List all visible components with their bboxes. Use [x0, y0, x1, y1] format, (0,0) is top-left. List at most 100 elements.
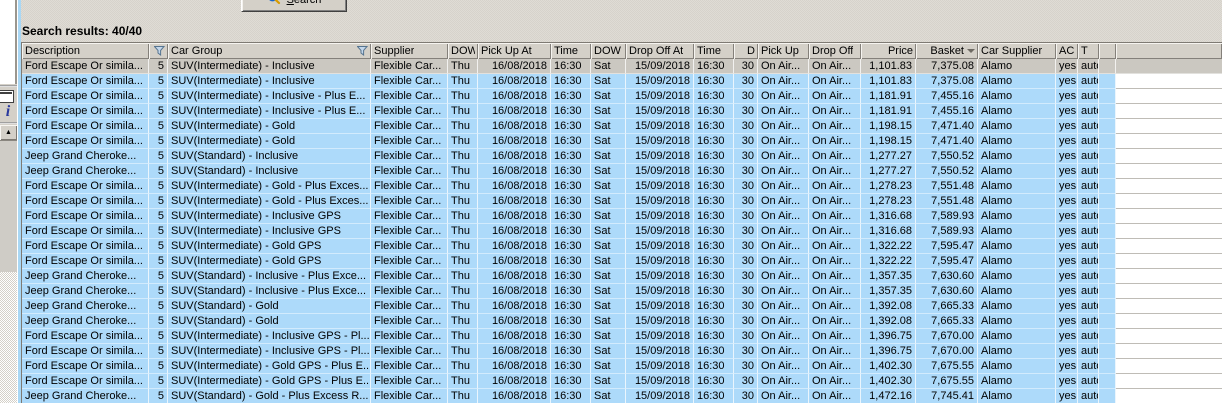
cell-blank	[1099, 314, 1116, 329]
col-header-drop_off_at[interactable]: Drop Off At	[626, 43, 694, 59]
table-row[interactable]: Ford Escape Or simila... 5 SUV(Intermediat…	[22, 329, 1222, 344]
table-row[interactable]: Jeep Grand Cheroke... 5 SUV(Standard) - Go…	[22, 389, 1222, 403]
row-filler	[1116, 254, 1222, 269]
col-header-t[interactable]: T	[1078, 43, 1099, 59]
col-header-car_supplier[interactable]: Car Supplier	[978, 43, 1056, 59]
filter-icon[interactable]	[152, 46, 165, 56]
table-header-row: Description SCar Group Supplier DOW Pick Up …	[22, 43, 1222, 59]
row-filler	[1116, 119, 1222, 134]
col-header-blank[interactable]	[1099, 43, 1116, 59]
cell-basket: 7,455.16	[916, 104, 978, 119]
cell-pick_up_at: 16/08/2018	[478, 119, 551, 134]
table-row[interactable]: Ford Escape Or simila... 5 SUV(Intermediat…	[22, 239, 1222, 254]
col-header-time_pickup[interactable]: Time	[551, 43, 591, 59]
cell-ac: yes	[1056, 209, 1078, 224]
cell-description: Ford Escape Or simila...	[22, 89, 149, 104]
table-row[interactable]: Ford Escape Or simila... 5 SUV(Intermediat…	[22, 134, 1222, 149]
col-header-label: Supplier	[374, 45, 415, 57]
table-row[interactable]: Ford Escape Or simila... 5 SUV(Intermediat…	[22, 224, 1222, 239]
cell-price: 1,198.15	[861, 134, 916, 149]
col-header-label: Car Supplier	[981, 45, 1043, 57]
table-row[interactable]: Ford Escape Or simila... 5 SUV(Intermediat…	[22, 104, 1222, 119]
cell-drop_off_at: 15/09/2018	[626, 134, 694, 149]
cell-t: auto	[1078, 269, 1099, 284]
col-header-dow_pickup[interactable]: DOW	[448, 43, 478, 59]
table-row[interactable]: Ford Escape Or simila... 5 SUV(Intermediat…	[22, 209, 1222, 224]
table-row[interactable]: Jeep Grand Cheroke... 5 SUV(Standard) - In…	[22, 284, 1222, 299]
cell-car_supplier: Alamo	[978, 374, 1056, 389]
table-row[interactable]: Ford Escape Or simila... 5 SUV(Intermediat…	[22, 254, 1222, 269]
table-row[interactable]: Ford Escape Or simila... 5 SUV(Intermediat…	[22, 359, 1222, 374]
table-row[interactable]: Jeep Grand Cheroke... 5 SUV(Standard) - Go…	[22, 314, 1222, 329]
cell-car_group: SUV(Standard) - Gold	[168, 314, 371, 329]
cell-ac: yes	[1056, 299, 1078, 314]
scroll-up-button[interactable]: ▲	[0, 125, 17, 140]
cell-supplier: Flexible Car...	[371, 209, 448, 224]
col-header-ac[interactable]: AC	[1056, 43, 1078, 59]
filter-icon[interactable]	[355, 46, 368, 56]
col-header-label: Time	[697, 45, 722, 57]
col-header-dow_dropoff[interactable]: DOW	[591, 43, 626, 59]
table-row[interactable]: Ford Escape Or simila... 5 SUV(Intermediat…	[22, 194, 1222, 209]
cell-d: 30	[734, 299, 758, 314]
cell-s: 5	[149, 134, 168, 149]
cell-d: 30	[734, 239, 758, 254]
cell-price: 1,392.08	[861, 314, 916, 329]
table-row[interactable]: Jeep Grand Cheroke... 5 SUV(Standard) - In…	[22, 149, 1222, 164]
cell-basket: 7,745.41	[916, 389, 978, 403]
col-header-car_group[interactable]: Car Group	[168, 43, 371, 59]
table-row[interactable]: Ford Escape Or simila... 5 SUV(Intermediat…	[22, 344, 1222, 359]
cell-drop_off_at: 15/09/2018	[626, 89, 694, 104]
col-header-description[interactable]: Description	[22, 43, 149, 59]
cell-s: 5	[149, 194, 168, 209]
cell-d: 30	[734, 164, 758, 179]
cell-blank	[1099, 389, 1116, 403]
col-header-price[interactable]: Price	[861, 43, 916, 59]
cell-d: 30	[734, 104, 758, 119]
search-button-label: Search	[287, 0, 322, 6]
cell-time_pickup: 16:30	[551, 299, 591, 314]
cell-basket: 7,551.48	[916, 179, 978, 194]
col-header-pick_up_at[interactable]: Pick Up At	[478, 43, 551, 59]
table-row[interactable]: Ford Escape Or simila... 5 SUV(Intermediat…	[22, 74, 1222, 89]
cell-basket: 7,630.60	[916, 269, 978, 284]
col-header-s[interactable]: S	[149, 43, 168, 59]
cell-blank	[1099, 299, 1116, 314]
search-button[interactable]: Search	[241, 0, 347, 12]
cell-drop_off: On Air...	[809, 179, 861, 194]
cell-drop_off_at: 15/09/2018	[626, 104, 694, 119]
cell-drop_off_at: 15/09/2018	[626, 359, 694, 374]
row-filler	[1116, 284, 1222, 299]
cell-d: 30	[734, 359, 758, 374]
table-row[interactable]: Jeep Grand Cheroke... 5 SUV(Standard) - Go…	[22, 299, 1222, 314]
table-row[interactable]: Ford Escape Or simila... 5 SUV(Intermediat…	[22, 59, 1222, 74]
cell-pick_up_at: 16/08/2018	[478, 104, 551, 119]
cell-d: 30	[734, 389, 758, 403]
table-row[interactable]: Ford Escape Or simila... 5 SUV(Intermediat…	[22, 179, 1222, 194]
col-header-d[interactable]: D	[734, 43, 758, 59]
col-header-drop_off[interactable]: Drop Off	[809, 43, 861, 59]
col-header-pick_up[interactable]: Pick Up	[758, 43, 809, 59]
cell-pick_up: On Air...	[758, 119, 809, 134]
col-header-supplier[interactable]: Supplier	[371, 43, 448, 59]
table-row[interactable]: Jeep Grand Cheroke... 5 SUV(Standard) - In…	[22, 164, 1222, 179]
cell-d: 30	[734, 314, 758, 329]
cell-s: 5	[149, 149, 168, 164]
cell-basket: 7,630.60	[916, 284, 978, 299]
cell-time_dropoff: 16:30	[694, 104, 734, 119]
col-header-basket[interactable]: Basket	[916, 43, 978, 59]
scrollbar-track[interactable]	[0, 140, 17, 273]
cell-drop_off_at: 15/09/2018	[626, 119, 694, 134]
cell-d: 30	[734, 119, 758, 134]
table-row[interactable]: Ford Escape Or simila... 5 SUV(Intermediat…	[22, 374, 1222, 389]
cell-s: 5	[149, 374, 168, 389]
cell-time_pickup: 16:30	[551, 89, 591, 104]
cell-car_supplier: Alamo	[978, 224, 1056, 239]
table-row[interactable]: Jeep Grand Cheroke... 5 SUV(Standard) - In…	[22, 269, 1222, 284]
table-row[interactable]: Ford Escape Or simila... 5 SUV(Intermediat…	[22, 119, 1222, 134]
col-header-label: Car Group	[171, 45, 223, 57]
col-header-time_dropoff[interactable]: Time	[694, 43, 734, 59]
cell-pick_up_at: 16/08/2018	[478, 359, 551, 374]
table-row[interactable]: Ford Escape Or simila... 5 SUV(Intermediat…	[22, 89, 1222, 104]
col-header-label: Price	[887, 45, 913, 57]
